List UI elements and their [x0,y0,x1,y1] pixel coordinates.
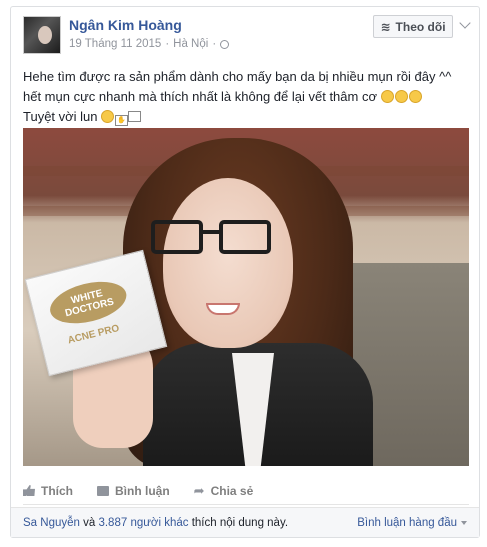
like-button[interactable]: Thích [23,484,73,498]
post-location[interactable]: Hà Nội [173,38,208,50]
likes-summary: Sa Nguyễn và 3.887 người khác thích nội … [23,517,288,529]
person-face [163,178,293,348]
share-icon: ➦ [193,482,205,498]
glasses-right [219,220,271,254]
post-text-line3-wrap: Tuyệt vời lun ✋ [23,107,469,127]
dropdown-arrow-icon [461,520,467,525]
post-meta: 19 Tháng 11 2015 · Hà Nội · [69,38,230,50]
meta-separator: · [165,38,170,50]
comment-button[interactable]: Bình luận [97,484,170,498]
share-label: Chia sẻ [210,483,254,498]
sort-label: Bình luận hàng đầu [357,516,457,529]
rss-icon: ≋ [380,19,391,34]
likes-footer: Sa Nguyễn và 3.887 người khác thích nội … [11,507,479,537]
like-label: Thích [41,483,73,498]
likes-conj: và [83,516,96,529]
others-link[interactable]: 3.887 người khác [98,517,188,529]
like-icon [23,485,35,496]
meta-separator-2: · [212,38,217,50]
post-text: Hehe tìm được ra sản phẩm dành cho mấy b… [23,67,469,127]
avatar[interactable] [23,16,61,54]
glasses-bridge [203,230,219,234]
smiley-emoji-icon [380,90,394,103]
smiley-emoji-icon [394,90,408,103]
globe-icon [220,39,230,49]
liker-name[interactable]: Sa Nguyễn [23,517,80,529]
follow-button[interactable]: ≋ Theo dõi [373,15,453,38]
product-name: ACNE PRO [66,323,121,347]
smiley-emoji-icon [408,90,422,103]
hand-emoji-icon: ✋ [115,115,129,126]
follow-label: Theo dõi [395,19,446,34]
post-text-line2: hết mụn cực nhanh mà thích nhất là không… [23,89,377,104]
post-text-line3: Tuyệt vời lun [23,109,98,124]
glasses-left [151,220,203,254]
comment-icon [97,485,109,496]
post-text-line2-wrap: hết mụn cực nhanh mà thích nhất là không… [23,87,469,107]
post-card: Ngân Kim Hoàng 19 Tháng 11 2015 · Hà Nội… [10,6,480,538]
comment-label: Bình luận [115,483,170,498]
box-emoji-icon [128,111,142,122]
post-photo[interactable]: WHITE DOCTORS ACNE PRO [23,128,469,466]
share-button[interactable]: ➦ Chia sẻ [194,484,254,498]
post-date[interactable]: 19 Tháng 11 2015 [69,38,161,50]
action-bar: Thích Bình luận ➦ Chia sẻ [23,477,469,505]
comment-sort-dropdown[interactable]: Bình luận hàng đầu [357,517,467,529]
post-text-line1: Hehe tìm được ra sản phẩm dành cho mấy b… [23,69,452,84]
chevron-down-icon[interactable] [459,17,471,29]
smiley-emoji-icon [101,110,115,123]
likes-suffix: thích nội dung này. [191,516,289,529]
post-author-name[interactable]: Ngân Kim Hoàng [69,17,182,33]
